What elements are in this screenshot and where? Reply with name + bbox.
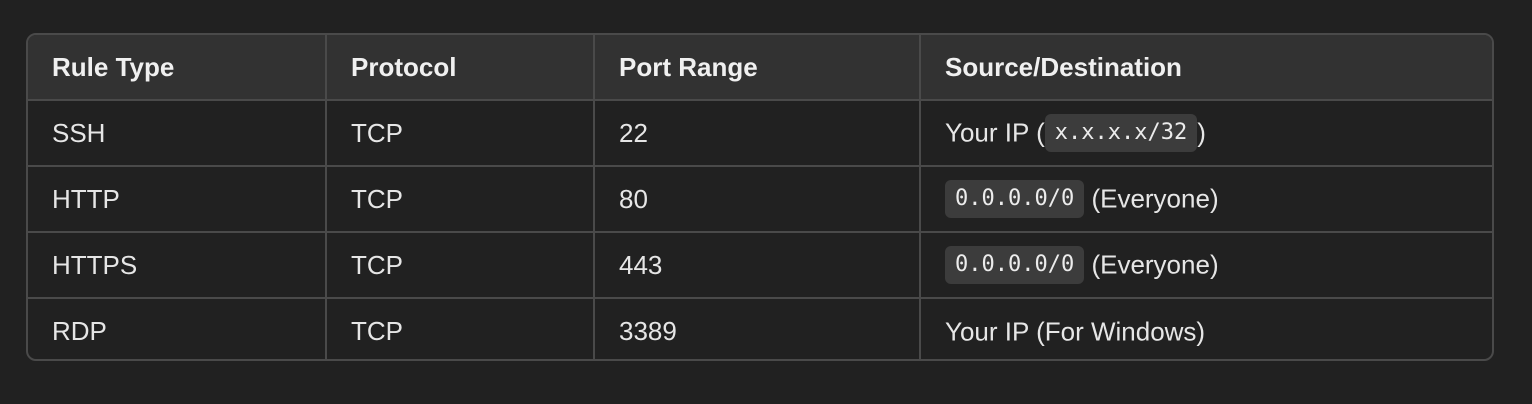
header-protocol: Protocol [326,35,595,101]
cell-rule-type: HTTPS [28,232,327,299]
source-suffix: (Everyone) [1084,183,1219,214]
header-source-destination: Source/Destination [920,35,1492,101]
cell-source-destination: Your IP (x.x.x.x/32) [920,100,1492,167]
header-row: Rule Type Protocol Port Range Source/Des… [28,35,1492,101]
cell-protocol: TCP [326,298,595,359]
table-row: HTTP TCP 80 0.0.0.0/0 (Everyone) [28,166,1492,233]
source-code: 0.0.0.0/0 [945,246,1085,284]
cell-port-range: 443 [594,232,921,299]
security-rules-table: Rule Type Protocol Port Range Source/Des… [26,33,1494,361]
cell-protocol: TCP [326,100,595,167]
source-suffix: ) [1197,117,1206,148]
source-suffix: (Everyone) [1084,249,1219,280]
cell-port-range: 22 [594,100,921,167]
cell-port-range: 80 [594,166,921,233]
cell-rule-type: SSH [28,100,327,167]
cell-source-destination: Your IP (For Windows) [920,298,1492,359]
cell-protocol: TCP [326,166,595,233]
table-header: Rule Type Protocol Port Range Source/Des… [28,35,1492,101]
table-row: RDP TCP 3389 Your IP (For Windows) [28,298,1492,359]
source-prefix: Your IP (For Windows) [945,316,1206,347]
source-code: 0.0.0.0/0 [945,180,1085,218]
header-port-range: Port Range [594,35,921,101]
cell-rule-type: HTTP [28,166,327,233]
header-rule-type: Rule Type [28,35,327,101]
rules-table: Rule Type Protocol Port Range Source/Des… [28,35,1492,359]
cell-source-destination: 0.0.0.0/0 (Everyone) [920,166,1492,233]
cell-rule-type: RDP [28,298,327,359]
table-body: SSH TCP 22 Your IP (x.x.x.x/32) HTTP TCP… [28,100,1492,359]
source-prefix: Your IP ( [945,117,1045,148]
cell-source-destination: 0.0.0.0/0 (Everyone) [920,232,1492,299]
cell-protocol: TCP [326,232,595,299]
table-row: HTTPS TCP 443 0.0.0.0/0 (Everyone) [28,232,1492,299]
cell-port-range: 3389 [594,298,921,359]
source-code: x.x.x.x/32 [1044,114,1198,152]
table-row: SSH TCP 22 Your IP (x.x.x.x/32) [28,100,1492,167]
